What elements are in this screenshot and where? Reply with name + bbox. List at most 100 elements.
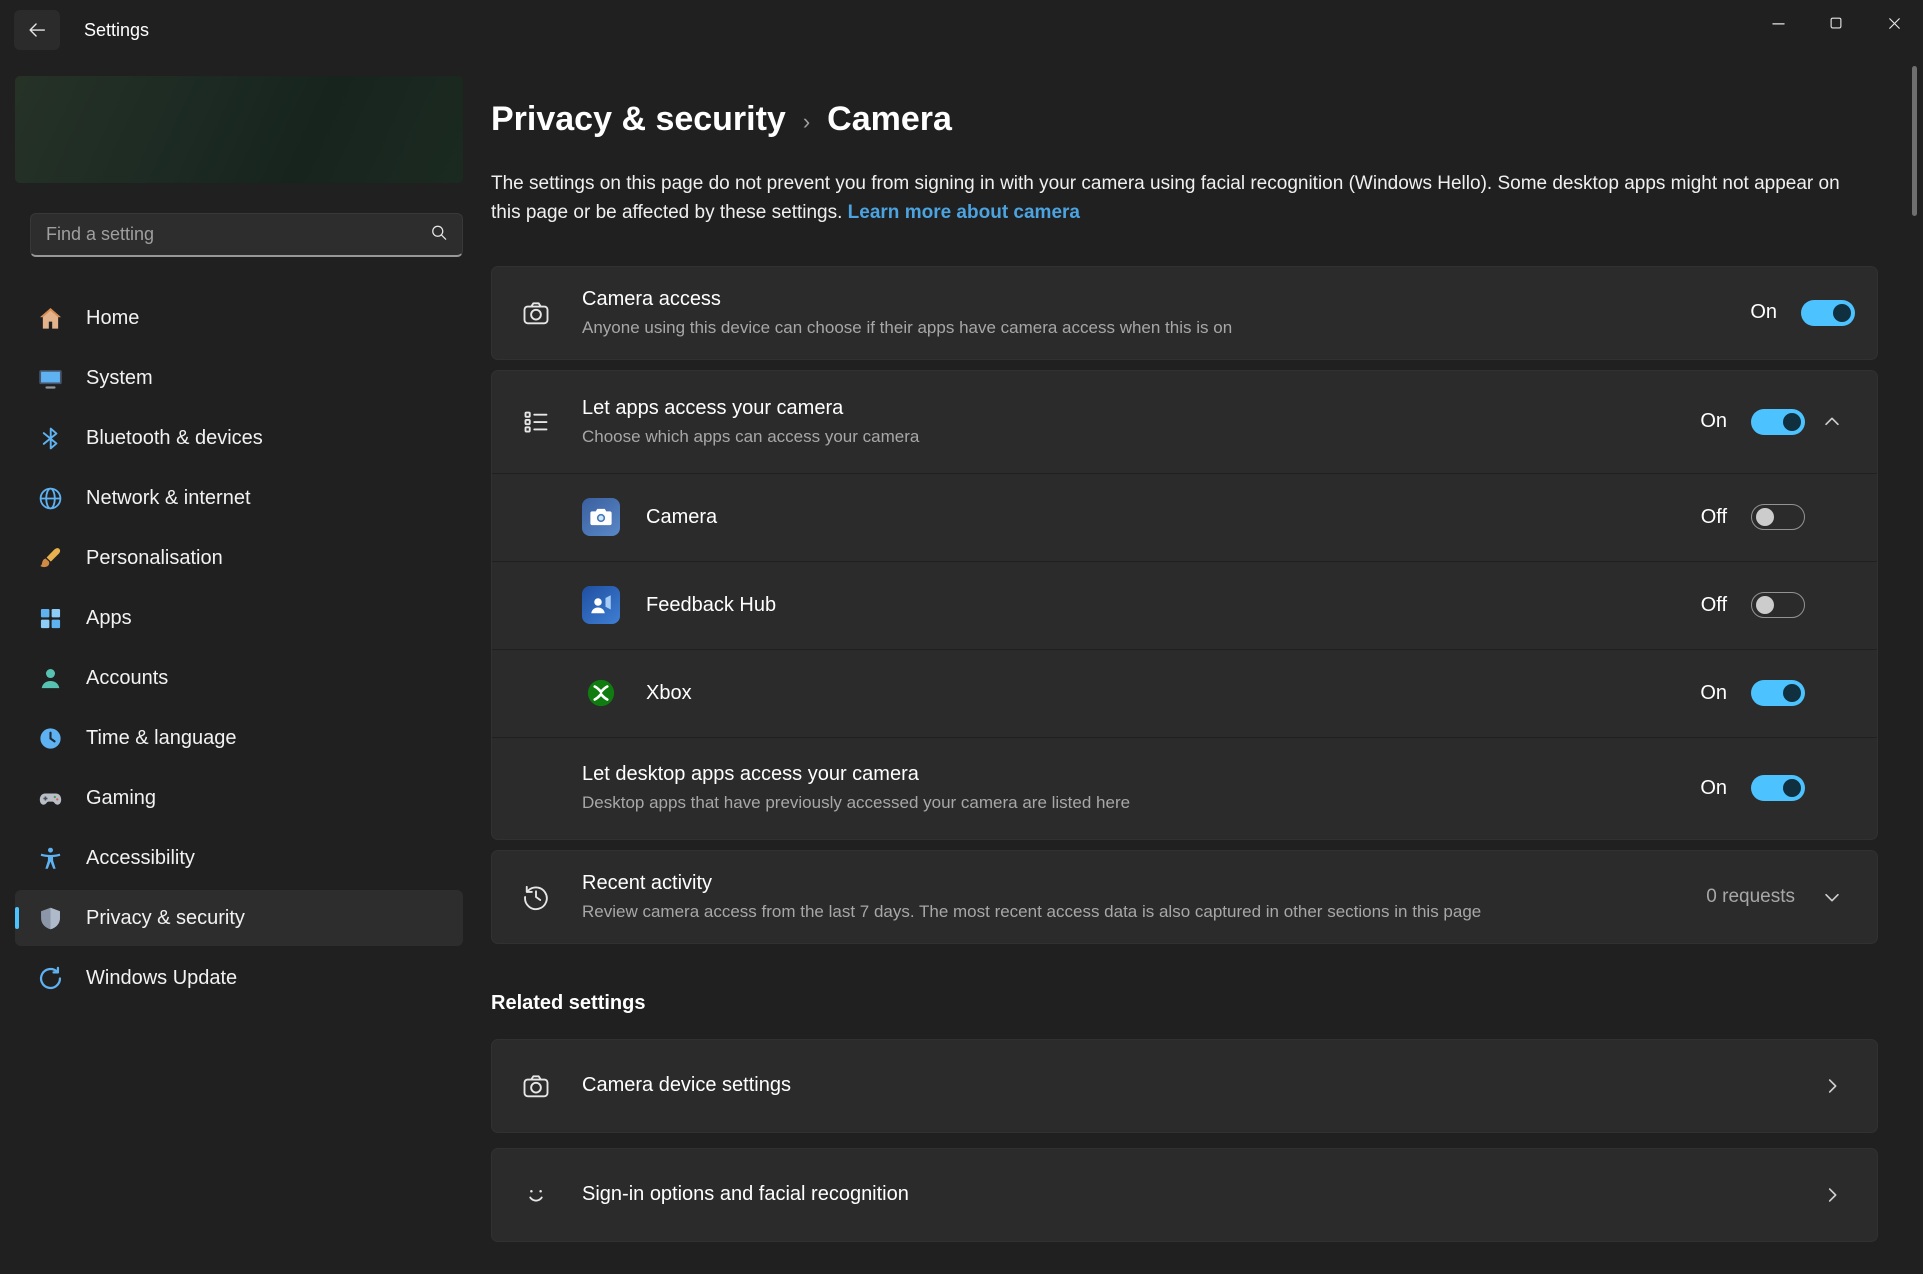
sidebar: Home System Bluetooth & devices (0, 60, 478, 1274)
app-list-icon (514, 407, 558, 437)
related-item-label: Sign-in options and facial recognition (582, 1183, 1805, 1206)
app-permission-row-camera: Camera Off (492, 473, 1877, 561)
search-icon[interactable] (429, 222, 449, 247)
sidebar-item-label: Home (86, 307, 139, 330)
app-name: Feedback Hub (646, 594, 1701, 617)
page-title: Camera (827, 100, 952, 139)
back-button[interactable] (14, 10, 60, 50)
paintbrush-icon (37, 545, 64, 572)
sign-in-options-link[interactable]: Sign-in options and facial recognition (492, 1149, 1877, 1241)
learn-more-link[interactable]: Learn more about camera (848, 202, 1080, 223)
toggle-knob (1783, 779, 1801, 797)
let-apps-access-card: Let apps access your camera Choose which… (491, 370, 1878, 840)
desktop-apps-toggle[interactable] (1751, 775, 1805, 801)
setting-description: Choose which apps can access your camera (582, 427, 1700, 447)
sidebar-item-system[interactable]: System (15, 350, 463, 406)
camera-access-toggle[interactable] (1801, 300, 1855, 326)
toggle-state-label: On (1750, 301, 1777, 324)
expand-expander[interactable] (1809, 886, 1855, 908)
sidebar-item-privacy-security[interactable]: Privacy & security (15, 890, 463, 946)
sidebar-nav: Home System Bluetooth & devices (15, 290, 463, 1006)
sidebar-item-accounts[interactable]: Accounts (15, 650, 463, 706)
sidebar-item-label: Accessibility (86, 847, 195, 870)
sidebar-item-label: System (86, 367, 153, 390)
setting-title: Let desktop apps access your camera (582, 763, 1700, 786)
toggle-knob (1833, 304, 1851, 322)
breadcrumb-separator-icon: › (803, 104, 810, 135)
toggle-knob (1783, 684, 1801, 702)
sidebar-item-label: Bluetooth & devices (86, 427, 263, 450)
maximize-icon (1827, 14, 1845, 32)
let-apps-access-header-row[interactable]: Let apps access your camera Choose which… (492, 371, 1877, 473)
sidebar-item-label: Windows Update (86, 967, 237, 990)
update-arrows-icon (37, 965, 64, 992)
navigate-indicator (1809, 1184, 1855, 1206)
sidebar-item-label: Apps (86, 607, 132, 630)
person-icon (37, 665, 64, 692)
apps-grid-icon (37, 605, 64, 632)
system-icon (37, 365, 64, 392)
feedback-hub-toggle[interactable] (1751, 592, 1805, 618)
related-settings-heading: Related settings (491, 992, 1878, 1015)
feedback-hub-app-icon (582, 586, 620, 624)
related-settings-list: Camera device settings Sign-in option (491, 1039, 1878, 1242)
sidebar-item-accessibility[interactable]: Accessibility (15, 830, 463, 886)
recent-activity-row[interactable]: Recent activity Review camera access fro… (492, 851, 1877, 943)
page-description: The settings on this page do not prevent… (491, 169, 1866, 228)
bluetooth-icon (37, 425, 64, 452)
app-name: Xbox (646, 682, 1700, 705)
app-name: Camera (646, 506, 1701, 529)
home-icon (37, 305, 64, 332)
face-smiley-icon (514, 1180, 558, 1210)
breadcrumb-parent[interactable]: Privacy & security (491, 100, 786, 139)
chevron-up-icon (1821, 411, 1843, 433)
minimize-button[interactable] (1749, 0, 1807, 46)
sidebar-item-time-language[interactable]: Time & language (15, 710, 463, 766)
let-apps-access-toggle[interactable] (1751, 409, 1805, 435)
scrollbar-thumb[interactable] (1912, 66, 1917, 216)
app-permission-row-xbox: Xbox On (492, 649, 1877, 737)
recent-activity-count: 0 requests (1706, 886, 1795, 908)
search-box (30, 213, 463, 257)
sidebar-item-network-internet[interactable]: Network & internet (15, 470, 463, 526)
toggle-state-label: Off (1701, 506, 1727, 529)
toggle-knob (1756, 508, 1774, 526)
sidebar-item-home[interactable]: Home (15, 290, 463, 346)
xbox-app-icon (582, 674, 620, 712)
sidebar-item-personalisation[interactable]: Personalisation (15, 530, 463, 586)
camera-access-row: Camera access Anyone using this device c… (492, 267, 1877, 359)
xbox-toggle[interactable] (1751, 680, 1805, 706)
setting-description: Desktop apps that have previously access… (582, 793, 1700, 813)
camera-access-card: Camera access Anyone using this device c… (491, 266, 1878, 360)
search-input[interactable] (31, 214, 462, 255)
toggle-knob (1756, 596, 1774, 614)
sidebar-item-gaming[interactable]: Gaming (15, 770, 463, 826)
camera-icon (514, 1071, 558, 1101)
globe-icon (37, 485, 64, 512)
sidebar-item-label: Time & language (86, 727, 236, 750)
camera-app-toggle[interactable] (1751, 504, 1805, 530)
sidebar-item-windows-update[interactable]: Windows Update (15, 950, 463, 1006)
toggle-state-label: On (1700, 682, 1727, 705)
recent-activity-card: Recent activity Review camera access fro… (491, 850, 1878, 944)
profile-card[interactable] (15, 76, 463, 183)
sidebar-item-apps[interactable]: Apps (15, 590, 463, 646)
maximize-button[interactable] (1807, 0, 1865, 46)
app-permission-row-feedback-hub: Feedback Hub Off (492, 561, 1877, 649)
close-icon (1885, 14, 1904, 33)
settings-window: Settings (0, 0, 1923, 1274)
camera-app-icon (582, 498, 620, 536)
sidebar-item-bluetooth-devices[interactable]: Bluetooth & devices (15, 410, 463, 466)
page-description-text: The settings on this page do not prevent… (491, 173, 1840, 223)
camera-device-settings-link[interactable]: Camera device settings (492, 1040, 1877, 1132)
close-button[interactable] (1865, 0, 1923, 46)
sidebar-item-label: Accounts (86, 667, 168, 690)
toggle-state-label: On (1700, 410, 1727, 433)
toggle-state-label: Off (1701, 594, 1727, 617)
setting-title: Let apps access your camera (582, 397, 1700, 420)
sidebar-item-label: Personalisation (86, 547, 223, 570)
shield-icon (37, 905, 64, 932)
settings-list: Camera access Anyone using this device c… (491, 266, 1878, 944)
window-controls (1749, 0, 1923, 46)
collapse-expander[interactable] (1809, 411, 1855, 433)
